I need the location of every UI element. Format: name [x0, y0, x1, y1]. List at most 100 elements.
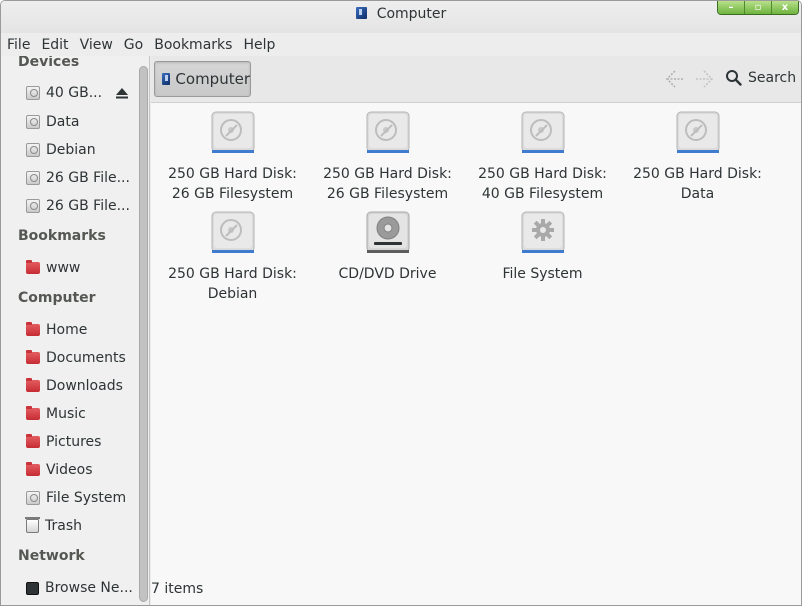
file-label-line1: File System — [502, 266, 583, 282]
file-label-line1: 250 GB Hard Disk: — [168, 266, 297, 282]
file-label-line1: 250 GB Hard Disk: — [478, 166, 607, 182]
menu-file[interactable]: File — [7, 37, 30, 53]
sidebar-item-device-debian[interactable]: Debian — [26, 139, 138, 161]
network-icon — [26, 581, 39, 595]
sidebar-item-www[interactable]: www — [26, 257, 138, 279]
search-icon — [726, 70, 742, 86]
file-label: 250 GB Hard Disk: 40 GB Filesystem — [465, 164, 620, 204]
menu-bookmarks[interactable]: Bookmarks — [154, 37, 232, 53]
sidebar-scroll-thumb[interactable] — [139, 66, 148, 602]
hard-disk-icon — [676, 111, 719, 153]
file-label-line1: 250 GB Hard Disk: — [633, 166, 762, 182]
sidebar-heading-devices: Devices — [18, 56, 80, 70]
file-label-line2: 26 GB Filesystem — [171, 186, 294, 202]
sidebar-item-device-data[interactable]: Data — [26, 111, 138, 133]
eject-icon[interactable] — [115, 86, 129, 100]
trash-icon — [25, 517, 40, 533]
menu-bar: File Edit View Go Bookmarks Help — [1, 33, 801, 57]
sidebar-item-device-26gb-2[interactable]: 26 GB File... — [26, 195, 138, 217]
volume-data[interactable]: 250 GB Hard Disk: Data — [620, 111, 775, 204]
cd-dvd-drive[interactable]: CD/DVD Drive — [310, 211, 465, 284]
sidebar-item-label: Browse Ne... — [45, 580, 133, 596]
sidebar-item-label: Pictures — [46, 434, 102, 450]
menu-go[interactable]: Go — [124, 37, 143, 53]
file-manager-window: Computer – ▫ x File Edit View Go Bookmar… — [0, 0, 802, 606]
file-label-line2: Debian — [207, 286, 258, 302]
file-label-line2: Data — [680, 186, 715, 202]
sidebar-item-label: File System — [46, 490, 127, 506]
sidebar-item-browse-network[interactable]: Browse Ne... — [26, 577, 138, 599]
drive-icon — [26, 171, 40, 185]
menu-help[interactable]: Help — [243, 37, 275, 53]
drive-icon — [26, 143, 40, 157]
window-title-text: Computer — [376, 6, 447, 22]
volume-26gb-filesystem-1[interactable]: 250 GB Hard Disk: 26 GB Filesystem — [155, 111, 310, 204]
volume-26gb-filesystem-2[interactable]: 250 GB Hard Disk: 26 GB Filesystem — [310, 111, 465, 204]
menu-edit[interactable]: Edit — [41, 37, 68, 53]
sidebar-item-label: Debian — [46, 142, 96, 158]
hard-disk-icon — [211, 211, 254, 253]
file-system[interactable]: File System — [465, 211, 620, 284]
path-button-label: Computer — [175, 70, 250, 88]
sidebar-item-label: Documents — [46, 350, 126, 366]
sidebar-scrollbar[interactable] — [137, 66, 149, 602]
file-label-line2: 40 GB Filesystem — [481, 186, 604, 202]
sidebar-item-downloads[interactable]: Downloads — [26, 375, 138, 397]
sidebar-item-music[interactable]: Music — [26, 403, 138, 425]
home-folder-icon — [26, 322, 40, 336]
window-controls: – ▫ x — [717, 1, 799, 15]
file-label: 250 GB Hard Disk: Data — [620, 164, 775, 204]
downloads-folder-icon — [26, 378, 40, 392]
sidebar-item-label: 26 GB File... — [46, 170, 130, 186]
hard-disk-icon — [521, 111, 564, 153]
file-label-line1: 250 GB Hard Disk: — [323, 166, 452, 182]
window-title: Computer — [1, 6, 801, 22]
minimize-button[interactable]: – — [718, 1, 745, 14]
sidebar-heading-bookmarks: Bookmarks — [18, 228, 106, 244]
optical-drive-icon — [366, 211, 409, 253]
sidebar-item-pictures[interactable]: Pictures — [26, 431, 138, 453]
file-system-icon — [521, 211, 564, 253]
file-label-line1: 250 GB Hard Disk: — [168, 166, 297, 182]
sidebar-item-label: Home — [46, 322, 88, 338]
sidebar-item-label: Videos — [46, 462, 93, 478]
sidebar-item-label: Data — [46, 114, 80, 130]
forward-arrow-icon[interactable] — [693, 68, 715, 90]
search-button[interactable]: Search — [725, 69, 796, 86]
hard-disk-icon — [211, 111, 254, 153]
file-label: 250 GB Hard Disk: 26 GB Filesystem — [310, 164, 465, 204]
sidebar-item-label: Trash — [45, 518, 82, 534]
status-bar: 7 items — [151, 581, 204, 597]
sidebar-heading-computer: Computer — [18, 290, 96, 306]
sidebar-item-documents[interactable]: Documents — [26, 347, 138, 369]
sidebar-item-label: Music — [46, 406, 86, 422]
documents-folder-icon — [26, 350, 40, 364]
pictures-folder-icon — [26, 434, 40, 448]
sidebar-item-device-26gb-1[interactable]: 26 GB File... — [26, 167, 138, 189]
maximize-button[interactable]: ▫ — [745, 1, 772, 14]
file-label-line2: 26 GB Filesystem — [326, 186, 449, 202]
sidebar-item-label: 26 GB File... — [46, 198, 130, 214]
sidebar-item-label: www — [46, 260, 81, 276]
videos-folder-icon — [26, 462, 40, 476]
sidebar-item-trash[interactable]: Trash — [25, 515, 138, 537]
sidebar-item-videos[interactable]: Videos — [26, 459, 138, 481]
title-bar[interactable]: Computer – ▫ x — [1, 1, 801, 33]
close-button[interactable]: x — [772, 1, 798, 14]
volume-debian[interactable]: 250 GB Hard Disk: Debian — [155, 211, 310, 304]
file-label: 250 GB Hard Disk: 26 GB Filesystem — [155, 164, 310, 204]
volume-40gb-filesystem[interactable]: 250 GB Hard Disk: 40 GB Filesystem — [465, 111, 620, 204]
menu-view[interactable]: View — [80, 37, 113, 53]
back-arrow-icon[interactable] — [664, 68, 686, 90]
toolbar: Computer Search — [151, 56, 801, 103]
sidebar-item-file-system[interactable]: File System — [26, 487, 138, 509]
computer-icon — [162, 73, 171, 85]
file-label: CD/DVD Drive — [310, 264, 465, 284]
file-view: 250 GB Hard Disk: 26 GB Filesystem 250 GB… — [151, 103, 801, 605]
hard-disk-icon — [366, 111, 409, 153]
path-bar-computer-button[interactable]: Computer — [154, 61, 251, 97]
sidebar-heading-network: Network — [18, 548, 85, 564]
drive-icon — [26, 115, 40, 129]
sidebar-item-home[interactable]: Home — [26, 319, 138, 341]
music-folder-icon — [26, 406, 40, 420]
